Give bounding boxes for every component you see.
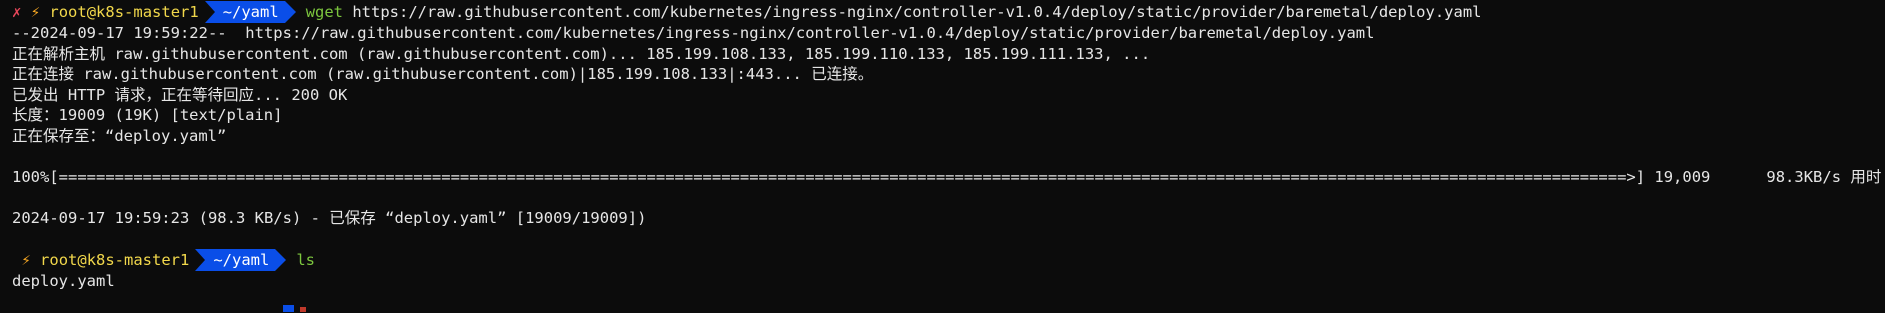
error-status-icon: ✗ [12, 3, 22, 21]
output-line: 已发出 HTTP 请求，正在等待回应... 200 OK [12, 85, 348, 104]
ls-output-line: deploy.yaml [12, 271, 115, 290]
saved-line: 2024-09-17 19:59:23 (98.3 KB/s) - 已保存 “d… [12, 208, 647, 227]
bolt-icon: ⚡ [30, 3, 41, 21]
next-prompt-segment-partial [283, 305, 294, 312]
progress-line: 100%[===================================… [12, 167, 1885, 186]
prompt-directory: ~/yaml [204, 1, 285, 23]
prompt-directory: ~/yaml [195, 248, 276, 271]
bolt-icon: ⚡ [21, 250, 31, 269]
prompt-line-1: ✗ ⚡ root@k8s-master1 ~/yaml wget https:/… [0, 1, 1885, 23]
command-name: wget [305, 3, 344, 21]
output-line: 长度：19009 (19K) [text/plain] [12, 106, 283, 124]
command-args: https://raw.githubusercontent.com/kubern… [343, 3, 1482, 21]
output-line: 正在保存至：“deploy.yaml” [12, 126, 227, 145]
terminal-window[interactable]: ✗ ⚡ root@k8s-master1 ~/yaml wget https:/… [0, 0, 1885, 313]
prompt-line-2: ⚡ root@k8s-master1 ~/yaml ls [0, 248, 1885, 271]
directory-segment: ~/yaml [204, 1, 296, 23]
output-line: 正在连接 raw.githubusercontent.com (raw.gith… [12, 65, 874, 83]
prompt-user: root@k8s-master1 [40, 250, 190, 269]
segment-arrow-icon [275, 248, 287, 271]
directory-segment: ~/yaml [195, 248, 287, 271]
command-name: ls [296, 250, 316, 269]
segment-arrow-icon [284, 1, 296, 23]
output-line: 正在解析主机 raw.githubusercontent.com (raw.gi… [12, 44, 1151, 63]
output-line: --2024-09-17 19:59:22-- https://raw.gith… [12, 24, 1375, 42]
next-prompt-marker-partial [300, 307, 306, 312]
prompt-user: root@k8s-master1 [49, 3, 199, 21]
